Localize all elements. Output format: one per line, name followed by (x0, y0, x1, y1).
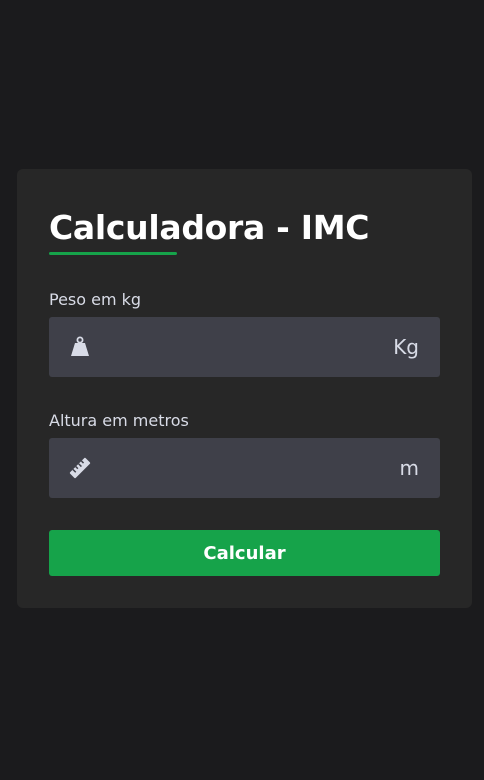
weight-icon (69, 336, 91, 358)
height-unit: m (399, 456, 419, 480)
page-title: Calculadora - IMC (49, 208, 370, 247)
ruler-icon (69, 457, 91, 479)
weight-input[interactable] (109, 317, 369, 377)
height-input[interactable] (109, 438, 369, 498)
height-field: m (49, 438, 440, 498)
height-label: Altura em metros (49, 411, 189, 430)
weight-field: Kg (49, 317, 440, 377)
title-underline (49, 252, 177, 255)
weight-unit: Kg (393, 335, 419, 359)
imc-card: Calculadora - IMC Peso em kg Kg Altura e… (17, 169, 472, 608)
calculate-button[interactable]: Calcular (49, 530, 440, 576)
weight-label: Peso em kg (49, 290, 142, 309)
